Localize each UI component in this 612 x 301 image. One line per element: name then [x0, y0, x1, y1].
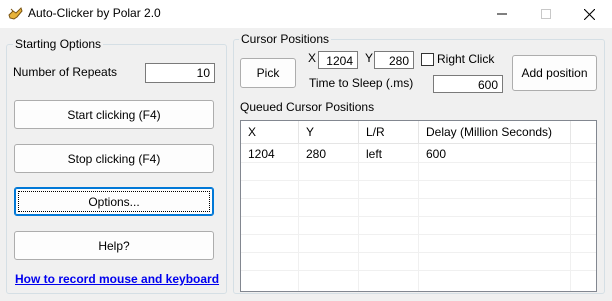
queue-label: Queued Cursor Positions — [240, 100, 375, 114]
grid-line — [241, 234, 596, 235]
close-button[interactable] — [567, 0, 611, 28]
grid-line — [241, 252, 596, 253]
start-clicking-button[interactable]: Start clicking (F4) — [14, 100, 214, 129]
queued-positions-list[interactable]: X Y L/R Delay (Million Seconds) 1204 280… — [240, 120, 597, 292]
stop-clicking-button[interactable]: Stop clicking (F4) — [14, 144, 214, 173]
grid-line — [241, 216, 596, 217]
close-icon — [583, 8, 595, 20]
column-header-lr[interactable]: L/R — [359, 121, 419, 144]
right-click-label[interactable]: Right Click — [437, 52, 494, 66]
y-input[interactable]: 280 — [374, 51, 414, 69]
minimize-icon — [497, 13, 507, 15]
row-1-lr[interactable]: left — [359, 145, 419, 163]
add-position-button[interactable]: Add position — [512, 55, 597, 91]
cursor-hand-icon — [7, 6, 23, 22]
repeats-label: Number of Repeats — [13, 65, 118, 79]
how-to-record-link[interactable]: How to record mouse and keyboard — [15, 272, 219, 286]
minimize-button[interactable] — [480, 0, 524, 28]
row-1-delay[interactable]: 600 — [419, 145, 571, 163]
sleep-label: Time to Sleep (.ms) — [309, 76, 414, 90]
column-header-x[interactable]: X — [241, 121, 299, 144]
cursor-positions-label: Cursor Positions — [239, 32, 332, 46]
starting-options-label: Starting Options — [13, 37, 104, 51]
focus-ring — [18, 191, 210, 212]
pick-button[interactable]: Pick — [240, 58, 296, 88]
help-button[interactable]: Help? — [14, 231, 214, 260]
help-link-clip: How to record mouse and keyboard — [10, 271, 225, 286]
repeats-input[interactable]: 10 — [145, 63, 215, 83]
grid-line — [241, 270, 596, 271]
column-header-delay[interactable]: Delay (Million Seconds) — [419, 121, 571, 144]
y-label: Y — [365, 51, 374, 65]
grid-line — [241, 198, 596, 199]
grid-line — [241, 180, 596, 181]
x-label: X — [308, 51, 317, 65]
column-header-filler — [571, 121, 596, 144]
maximize-icon — [541, 9, 551, 19]
row-1-y[interactable]: 280 — [299, 145, 359, 163]
maximize-button[interactable] — [524, 0, 568, 28]
x-input[interactable]: 1204 — [318, 51, 358, 69]
right-click-checkbox[interactable] — [421, 53, 434, 66]
window-title: Auto-Clicker by Polar 2.0 — [28, 6, 161, 20]
column-header-y[interactable]: Y — [299, 121, 359, 144]
row-1-x[interactable]: 1204 — [241, 145, 299, 163]
sleep-input[interactable]: 600 — [433, 75, 503, 93]
options-button[interactable]: Options... — [14, 187, 214, 216]
